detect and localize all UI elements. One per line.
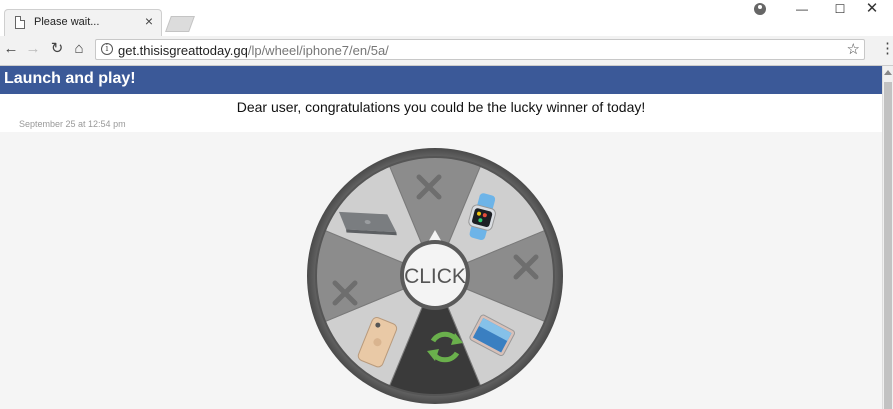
scroll-up-arrow[interactable] (884, 70, 892, 75)
page-icon (15, 16, 25, 29)
page-title: Launch and play! (4, 70, 136, 87)
back-arrow-icon[interactable]: ← (2, 40, 20, 58)
title-bar: Please wait... × — ☐ ✕ (0, 0, 893, 36)
page-content: Launch and play! Dear user, congratulati… (0, 66, 882, 409)
account-icon[interactable] (754, 3, 766, 15)
home-icon[interactable]: ⌂ (70, 40, 88, 58)
tab-title: Please wait... (34, 16, 100, 28)
browser-tab[interactable]: Please wait... × (4, 9, 162, 36)
url-domain: get.thisisgreattoday.gq (118, 43, 248, 58)
click-label[interactable]: CLICK (404, 265, 466, 288)
reload-icon[interactable]: ↻ (48, 40, 66, 58)
minimize-button[interactable]: — (782, 0, 822, 20)
page-scrollbar[interactable] (882, 66, 893, 409)
address-bar[interactable]: i get.thisisgreattoday.gq/lp/wheel/iphon… (95, 39, 865, 60)
menu-dots-icon[interactable]: ⋮ (880, 40, 893, 58)
tab-close-button[interactable]: × (145, 13, 153, 29)
close-window-button[interactable]: ✕ (852, 0, 892, 20)
url-text[interactable]: get.thisisgreattoday.gq/lp/wheel/iphone7… (118, 43, 389, 58)
new-tab-button[interactable] (165, 16, 195, 32)
congratulations-message: Dear user, congratulations you could be … (236, 99, 646, 115)
scroll-thumb[interactable] (884, 82, 892, 409)
bookmark-star-icon[interactable]: ☆ (847, 40, 860, 58)
forward-arrow-icon[interactable]: → (24, 40, 42, 58)
info-icon[interactable]: i (101, 43, 113, 55)
post-date: September 25 at 12:54 pm (19, 119, 126, 129)
message-area: Dear user, congratulations you could be … (0, 94, 882, 132)
page-header: Launch and play! (0, 66, 882, 94)
url-path: /lp/wheel/iphone7/en/5a/ (247, 43, 389, 58)
browser-toolbar: ← → ↻ ⌂ i get.thisisgreattoday.gq/lp/whe… (0, 36, 893, 66)
prize-wheel[interactable]: CLICK (306, 144, 564, 409)
